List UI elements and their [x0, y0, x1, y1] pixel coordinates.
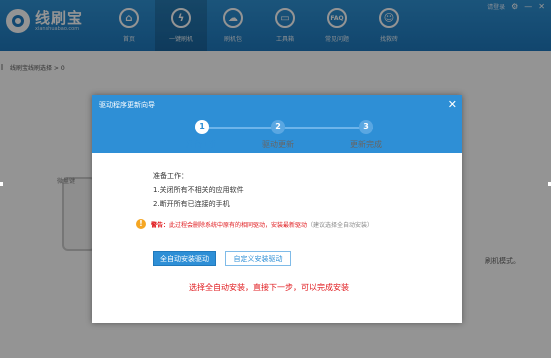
close-icon[interactable]: ✕	[448, 98, 457, 112]
step-2-indicator: 2	[271, 120, 285, 134]
prepare-section: 准备工作： 1.关闭所有不相关的应用软件 2.断开所有已连接的手机	[153, 169, 244, 211]
warning-row: ! 警告： 此过程会删除系统中原有的相同驱动，安装最新驱动 （建议选择全自动安装…	[136, 219, 373, 229]
bottom-hint: 选择全自动安装，直接下一步，可以完成安装	[189, 283, 349, 292]
prepare-item: 2.断开所有已连接的手机	[153, 200, 230, 208]
dialog-title-bar: 驱动程序更新向导 ✕	[92, 95, 462, 115]
step-3-label: 更新完成	[350, 140, 382, 149]
warning-hint: （建议选择全自动安装）	[307, 221, 374, 229]
step-3-indicator: 3	[359, 120, 373, 134]
warning-text: 此过程会删除系统中原有的相同驱动，安装最新驱动	[169, 221, 308, 229]
prepare-title: 准备工作：	[153, 172, 188, 180]
auto-install-button[interactable]: 全自动安装驱动	[153, 251, 216, 266]
step-1-indicator: 1	[195, 120, 209, 134]
left-resize-handle	[0, 182, 3, 186]
step-1-label: 准备工作	[186, 140, 218, 149]
custom-install-button[interactable]: 自定义安装驱动	[225, 251, 291, 266]
driver-update-dialog: 驱动程序更新向导 ✕ 1 2 3 准备工作 驱动更新 更新完成 准备工作： 1.…	[92, 95, 462, 323]
step-2-label: 驱动更新	[262, 140, 294, 149]
dialog-title: 驱动程序更新向导	[99, 101, 155, 109]
warning-icon: !	[136, 219, 146, 229]
warning-label: 警告：	[151, 221, 170, 229]
prepare-item: 1.关闭所有不相关的应用软件	[153, 186, 244, 194]
